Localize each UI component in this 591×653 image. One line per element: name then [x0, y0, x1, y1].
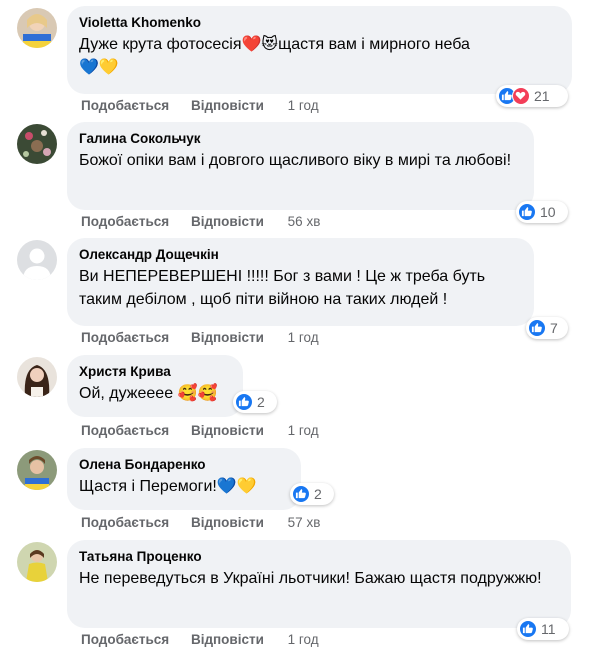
avatar[interactable]	[17, 450, 57, 490]
comment-text: Дуже крута фотосесія❤️😻щастя вам і мирно…	[79, 36, 470, 53]
avatar[interactable]	[17, 357, 57, 397]
reaction-summary[interactable]: 21	[496, 85, 568, 107]
comment-timestamp[interactable]: 1 год	[288, 423, 319, 438]
comment-bubble: Христя Крива Ой, дужееее 🥰🥰	[67, 355, 243, 417]
reaction-summary[interactable]: 10	[516, 201, 568, 223]
comment-author[interactable]: Галина Сокольчук	[79, 130, 522, 147]
comment-timestamp[interactable]: 1 год	[288, 330, 319, 345]
comment-timestamp[interactable]: 57 хв	[288, 515, 321, 530]
comment-author[interactable]: Олександр Дощечкін	[79, 246, 522, 263]
comment-text: Щастя і Перемоги!💙💛	[79, 478, 257, 495]
comment-author[interactable]: Violetta Khomenko	[79, 14, 560, 31]
reaction-summary[interactable]: 11	[517, 618, 569, 640]
reaction-summary[interactable]: 2	[233, 391, 277, 413]
reply-button[interactable]: Відповісти	[191, 632, 264, 647]
like-icon	[528, 319, 546, 337]
reaction-count: 2	[314, 486, 322, 502]
comment-bubble: Violetta Khomenko Дуже крута фотосесія❤️…	[67, 6, 572, 94]
comment-bubble: Олена Бондаренко Щастя і Перемоги!💙💛	[67, 448, 301, 510]
comment-author[interactable]: Олена Бондаренко	[79, 456, 289, 473]
reaction-count: 10	[540, 204, 556, 220]
like-button[interactable]: Подобається	[81, 632, 169, 647]
love-icon	[512, 87, 530, 105]
comment-actions: Подобається Відповісти 1 год	[81, 632, 319, 648]
comment-bubble: Олександр Дощечкін Ви НЕПЕРЕВЕРШЕНІ !!!!…	[67, 238, 534, 326]
like-button[interactable]: Подобається	[81, 330, 169, 345]
reply-button[interactable]: Відповісти	[191, 515, 264, 530]
reply-button[interactable]: Відповісти	[191, 423, 264, 438]
comment-actions: Подобається Відповісти 1 год	[81, 423, 319, 439]
comment-author[interactable]: Христя Крива	[79, 363, 231, 380]
avatar[interactable]	[17, 240, 57, 280]
comment-actions: Подобається Відповісти 56 хв	[81, 214, 320, 230]
like-icon	[292, 485, 310, 503]
reply-button[interactable]: Відповісти	[191, 214, 264, 229]
comment-timestamp[interactable]: 56 хв	[288, 214, 321, 229]
comment-actions: Подобається Відповісти 1 год	[81, 330, 319, 346]
like-button[interactable]: Подобається	[81, 98, 169, 113]
avatar[interactable]	[17, 124, 57, 164]
like-icon	[518, 203, 536, 221]
avatar[interactable]	[17, 542, 57, 582]
reply-button[interactable]: Відповісти	[191, 98, 264, 113]
comment-timestamp[interactable]: 1 год	[288, 632, 319, 647]
comment-text: Ви НЕПЕРЕВЕРШЕНІ !!!!! Бог з вами ! Це ж…	[79, 268, 486, 308]
comment-actions: Подобається Відповісти 57 хв	[81, 515, 320, 531]
comment-text: Божої опіки вам і довгого щасливого віку…	[79, 152, 512, 169]
reaction-count: 2	[257, 394, 265, 410]
reply-button[interactable]: Відповісти	[191, 330, 264, 345]
like-icon	[235, 393, 253, 411]
comment-bubble: Татьяна Проценко Не переведуться в Украї…	[67, 540, 571, 628]
reaction-count: 11	[541, 621, 556, 637]
comment-bubble: Галина Сокольчук Божої опіки вам і довго…	[67, 122, 534, 210]
comment-actions: Подобається Відповісти 1 год	[81, 98, 319, 114]
like-button[interactable]: Подобається	[81, 423, 169, 438]
comment-timestamp[interactable]: 1 год	[288, 98, 319, 113]
like-button[interactable]: Подобається	[81, 515, 169, 530]
comment-author[interactable]: Татьяна Проценко	[79, 548, 559, 565]
like-icon	[519, 620, 537, 638]
comment-text: Ой, дужееее 🥰🥰	[79, 385, 218, 402]
comment-text-emoji: 💙💛	[79, 59, 119, 76]
reaction-summary[interactable]: 2	[290, 483, 334, 505]
comment-text: Не переведуться в Україні льотчики! Бажа…	[79, 570, 542, 587]
avatar[interactable]	[17, 8, 57, 48]
reaction-summary[interactable]: 7	[526, 317, 568, 339]
reaction-count: 7	[550, 320, 558, 336]
reaction-count: 21	[534, 88, 550, 104]
like-button[interactable]: Подобається	[81, 214, 169, 229]
